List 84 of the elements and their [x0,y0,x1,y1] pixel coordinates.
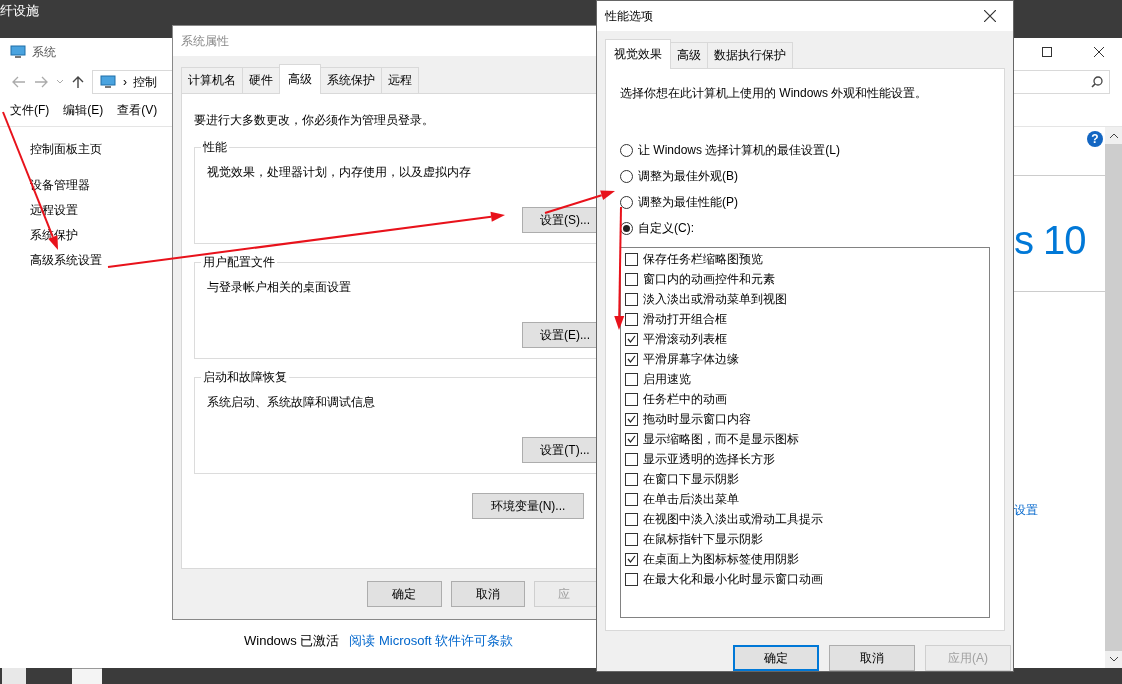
sidebar-link[interactable]: 远程设置 [30,202,172,219]
dialog-button[interactable]: 取消 [450,581,526,607]
menu-item[interactable]: 查看(V) [117,102,158,122]
scroll-down-icon[interactable] [1109,657,1118,662]
scroll-up-icon[interactable] [1109,133,1118,138]
tab[interactable]: 视觉效果 [605,39,671,69]
dialog-button[interactable]: 确定 [733,645,819,671]
notice-text: 要进行大多数更改，你必须作为管理员登录。 [194,112,435,129]
group-description: 系统启动、系统故障和调试信息 [207,394,376,411]
checkbox-label[interactable]: 保存任务栏缩略图预览 [643,252,763,266]
settings-link[interactable]: 设置 [1014,502,1105,519]
checkbox[interactable] [625,452,638,466]
monitor-icon [10,45,26,59]
checkbox-label[interactable]: 滑动打开组合框 [643,312,727,326]
checkbox[interactable] [625,532,638,546]
checkbox[interactable] [625,372,638,386]
search-icon[interactable] [1091,76,1103,88]
dialog-button[interactable]: 取消 [829,645,915,671]
tab[interactable]: 高级 [279,64,321,94]
group-description: 视觉效果，处理器计划，内存使用，以及虚拟内存 [207,164,472,181]
group-description: 与登录帐户相关的桌面设置 [207,279,352,296]
checkbox[interactable] [625,292,638,306]
group-title: 启动和故障恢复 [201,369,289,386]
checkbox[interactable] [625,332,638,346]
menu-item[interactable]: 文件(F) [10,102,50,122]
radio-button[interactable] [620,144,633,157]
maximize-icon[interactable] [1042,47,1052,57]
checkbox-label[interactable]: 在鼠标指针下显示阴影 [643,532,763,546]
checkbox-label[interactable]: 在视图中淡入淡出或滑动工具提示 [643,512,823,526]
checkbox-label[interactable]: 显示亚透明的选择长方形 [643,452,775,466]
checkbox[interactable] [625,412,638,426]
checkbox[interactable] [625,432,638,446]
license-link[interactable]: 阅读 Microsoft 软件许可条款 [349,632,514,650]
checkbox[interactable] [625,252,638,266]
checkbox-label[interactable]: 窗口内的动画控件和元素 [643,272,775,286]
checkbox-label[interactable]: 淡入淡出或滑动菜单到视图 [643,292,787,306]
tab[interactable]: 计算机名 [181,67,243,93]
tab[interactable]: 远程 [381,67,419,93]
checkbox[interactable] [625,272,638,286]
checkbox[interactable] [625,352,638,366]
up-icon[interactable] [72,75,84,89]
sidebar-link[interactable]: 控制面板主页 [30,141,172,158]
checkbox-label[interactable]: 拖动时显示窗口内容 [643,412,751,426]
radio-label[interactable]: 自定义(C): [638,220,694,237]
checkbox-label[interactable]: 任务栏中的动画 [643,392,727,406]
checkbox-label[interactable]: 平滑屏幕字体边缘 [643,352,739,366]
activation-status: Windows 已激活 [244,632,340,650]
windows-edition-text: s 10 [1014,218,1087,263]
taskbar-icon[interactable] [72,668,102,684]
checkbox[interactable] [625,472,638,486]
dialog-title: 系统属性 [181,32,229,50]
checkbox-label[interactable]: 在窗口下显示阴影 [643,472,739,486]
checkbox[interactable] [625,552,638,566]
radio-label[interactable]: 调整为最佳性能(P) [638,194,738,211]
group-title: 用户配置文件 [201,254,277,271]
help-button[interactable]: ? [1087,131,1103,147]
environment-variables-button[interactable]: 环境变量(N)... [472,493,584,519]
close-icon[interactable] [1094,47,1104,57]
checkbox[interactable] [625,312,638,326]
tab[interactable]: 数据执行保护 [707,42,793,68]
radio-button[interactable] [620,196,633,209]
checkbox[interactable] [625,572,638,586]
radio-label[interactable]: 让 Windows 选择计算机的最佳设置(L) [638,142,840,159]
checkbox-label[interactable]: 在桌面上为图标标签使用阴影 [643,552,799,566]
checkbox[interactable] [625,512,638,526]
scrollbar[interactable] [1105,127,1122,668]
dialog-button[interactable]: 确定 [367,581,442,607]
menu-item[interactable]: 编辑(E) [63,102,104,122]
window-title: 系统 [32,43,56,61]
sidebar-link[interactable]: 高级系统设置 [30,252,172,269]
checkbox-label[interactable]: 在最大化和最小化时显示窗口动画 [643,572,823,586]
group-title: 性能 [201,139,229,156]
checkbox-label[interactable]: 显示缩略图，而不是显示图标 [643,432,799,446]
desktop-caption: 纤设施 [0,2,39,20]
checkbox[interactable] [625,492,638,506]
description-text: 选择你想在此计算机上使用的 Windows 外观和性能设置。 [620,85,929,102]
radio-label[interactable]: 调整为最佳外观(B) [638,168,738,185]
checkbox-label[interactable]: 平滑滚动列表框 [643,332,727,346]
dialog-title: 性能选项 [605,7,653,25]
radio-button[interactable] [620,170,633,183]
close-icon[interactable] [984,10,996,22]
checkbox-label[interactable]: 在单击后淡出菜单 [643,492,739,506]
checkbox-label[interactable]: 启用速览 [643,372,691,386]
checkbox[interactable] [625,392,638,406]
